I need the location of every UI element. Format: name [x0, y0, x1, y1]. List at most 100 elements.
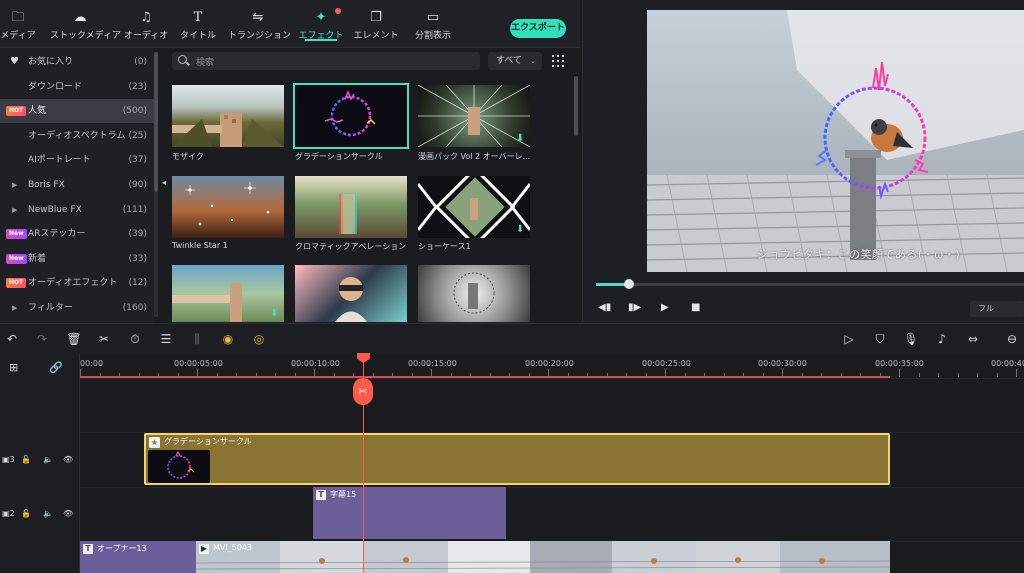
- link-icon[interactable]: 🔗: [49, 361, 63, 374]
- fit-timeline-icon[interactable]: ⇔: [965, 331, 981, 347]
- delete-icon[interactable]: 🗑: [66, 331, 82, 347]
- effects-scrollbar[interactable]: [574, 76, 578, 136]
- play-icon[interactable]: ▶: [661, 302, 669, 313]
- lock-icon[interactable]: 🔓: [21, 509, 31, 518]
- previous-frame-icon[interactable]: ◀▮: [598, 302, 611, 313]
- download-icon[interactable]: ⬇: [516, 225, 526, 235]
- ai-cut-icon[interactable]: ◉: [220, 331, 236, 347]
- track-row-empty: [80, 378, 1024, 432]
- visibility-icon[interactable]: 👁: [63, 509, 73, 518]
- download-icon[interactable]: ⬇: [270, 309, 280, 319]
- sidebar-item[interactable]: HOT オーディオエフェクト (12): [0, 271, 154, 295]
- title-clip[interactable]: T 字幕15: [313, 487, 506, 539]
- effect-thumbnail-selected[interactable]: [293, 83, 409, 149]
- mute-icon[interactable]: 🔈: [43, 455, 53, 464]
- ruler-timecode: 00:00:30:00: [758, 359, 807, 368]
- sidebar-item[interactable]: New 新着 (33): [0, 247, 154, 271]
- ruler-timecode: 00:00:10:00: [291, 359, 340, 368]
- undo-icon[interactable]: ↶: [4, 331, 20, 347]
- sidebar-item[interactable]: ダウンロード (23): [0, 75, 154, 99]
- effect-thumbnail[interactable]: ⬇: [418, 176, 530, 238]
- sidebar-item-count: (39): [128, 229, 147, 240]
- grid-view-icon[interactable]: [552, 55, 564, 67]
- effect-thumbnail[interactable]: ⬇: [418, 85, 530, 147]
- chevron-right-icon[interactable]: ▶: [12, 173, 17, 197]
- chevron-right-icon[interactable]: ▶: [12, 296, 17, 320]
- opener-title-clip[interactable]: T オープナー13: [80, 541, 196, 573]
- effect-thumbnail[interactable]: [295, 176, 407, 238]
- audio-waveform-icon[interactable]: ⫼: [189, 331, 205, 347]
- playback-scrubber[interactable]: [596, 283, 1024, 286]
- sidebar-item-label: フィルター: [28, 303, 73, 313]
- title-text-icon: T: [83, 544, 93, 554]
- effect-label: クロマティックアベレーション: [295, 242, 407, 251]
- effect-thumbnail[interactable]: [172, 176, 284, 238]
- ruler-tick: [899, 369, 900, 377]
- add-track-icon[interactable]: ⊞: [9, 361, 18, 374]
- ruler-tick: [996, 373, 998, 377]
- video-clip[interactable]: ▶ MVI_5043: [196, 541, 890, 573]
- badge: New: [6, 253, 27, 264]
- sidebar-item[interactable]: New ARステッカー (39): [0, 222, 154, 246]
- scrubber-handle[interactable]: [624, 279, 634, 289]
- ruler-tick: [957, 373, 959, 377]
- microphone-icon[interactable]: 🎙: [903, 331, 919, 347]
- sidebar-item-label: Boris FX: [28, 180, 65, 190]
- sidebar-scrollbar-thumb[interactable]: [154, 52, 158, 192]
- effect-clip-thumbnail: [148, 450, 210, 483]
- track-2-label: ▣2: [2, 509, 15, 518]
- tab-effects[interactable]: ✦ エフェクト: [291, 8, 351, 41]
- effect-thumbnail[interactable]: [172, 85, 284, 147]
- music-note-icon: ♫: [140, 10, 152, 25]
- sidebar-item[interactable]: ▶ NewBlue FX (111): [0, 198, 154, 222]
- marker-icon[interactable]: ⛉: [872, 331, 888, 347]
- tab-titles[interactable]: T タイトル: [168, 10, 228, 41]
- speed-icon[interactable]: ⏱: [127, 331, 143, 347]
- effect-clip[interactable]: ★ グラデーションサークル: [144, 433, 890, 485]
- chevron-right-icon[interactable]: ▶: [12, 198, 17, 222]
- export-button[interactable]: エクスポート: [510, 19, 566, 38]
- render-quality-dropdown[interactable]: フル: [970, 301, 1024, 317]
- zoom-out-icon[interactable]: ⊖: [1004, 331, 1020, 347]
- sidebar-item[interactable]: ▶ Boris FX (90): [0, 173, 154, 197]
- mute-icon[interactable]: 🔈: [43, 509, 53, 518]
- chromatic-aberration-preview: [339, 194, 357, 234]
- video-preview[interactable]: [647, 10, 1024, 272]
- tab-audio[interactable]: ♫ オーディオ: [116, 10, 176, 41]
- tab-stock-media[interactable]: ☁ ストックメディア: [50, 10, 121, 41]
- auto-sync-icon[interactable]: ◎: [251, 331, 267, 347]
- manga-overlay-preview: [418, 85, 530, 147]
- sketch-preview: [453, 272, 495, 314]
- sidebar-item[interactable]: ♥ お気に入り (0): [0, 50, 154, 74]
- download-icon[interactable]: ⬇: [516, 134, 526, 144]
- sidebar-item[interactable]: ▶ フィルター (160): [0, 296, 154, 320]
- ruler-timecode: 00:00:35:00: [875, 359, 924, 368]
- split-scissors-icon[interactable]: ✂: [353, 378, 373, 405]
- sidebar-item-count: (12): [128, 278, 147, 289]
- sidebar-item[interactable]: オーディオスペクトラム (25): [0, 124, 154, 148]
- next-frame-icon[interactable]: ▮▶: [628, 302, 641, 313]
- cut-icon[interactable]: ✂: [96, 331, 112, 347]
- effect-thumbnail[interactable]: ⬇: [172, 265, 284, 322]
- tab-media[interactable]: 🗀 メディア: [0, 10, 48, 41]
- tab-elements[interactable]: ❐ エレメント: [346, 10, 406, 41]
- effect-thumbnail[interactable]: [295, 265, 407, 322]
- tab-transitions[interactable]: ⇋ トランジション: [228, 10, 291, 41]
- video-clip-icon: ▶: [199, 544, 209, 554]
- sidebar-item[interactable]: AIポートレート (37): [0, 148, 154, 172]
- effect-thumbnail[interactable]: [418, 265, 530, 322]
- filter-dropdown[interactable]: すべて ⌄: [488, 52, 542, 70]
- search-input[interactable]: 検索: [172, 52, 480, 70]
- stop-icon[interactable]: ■: [691, 302, 700, 313]
- visibility-icon[interactable]: 👁: [63, 455, 73, 464]
- sidebar-item-count: (23): [128, 81, 147, 92]
- audio-mix-icon[interactable]: ♪: [934, 331, 950, 347]
- lock-icon[interactable]: 🔓: [21, 455, 31, 464]
- tab-split-screen[interactable]: ▭ 分割表示: [403, 10, 463, 41]
- sidebar-item-count: (0): [134, 57, 147, 67]
- adjust-icon[interactable]: ☰: [158, 331, 174, 347]
- portrait-rays-preview: [335, 277, 367, 322]
- sidebar-item[interactable]: HOT 人気 (500): [0, 99, 154, 124]
- redo-icon[interactable]: ↷: [34, 331, 50, 347]
- render-preview-icon[interactable]: ▷: [841, 331, 857, 347]
